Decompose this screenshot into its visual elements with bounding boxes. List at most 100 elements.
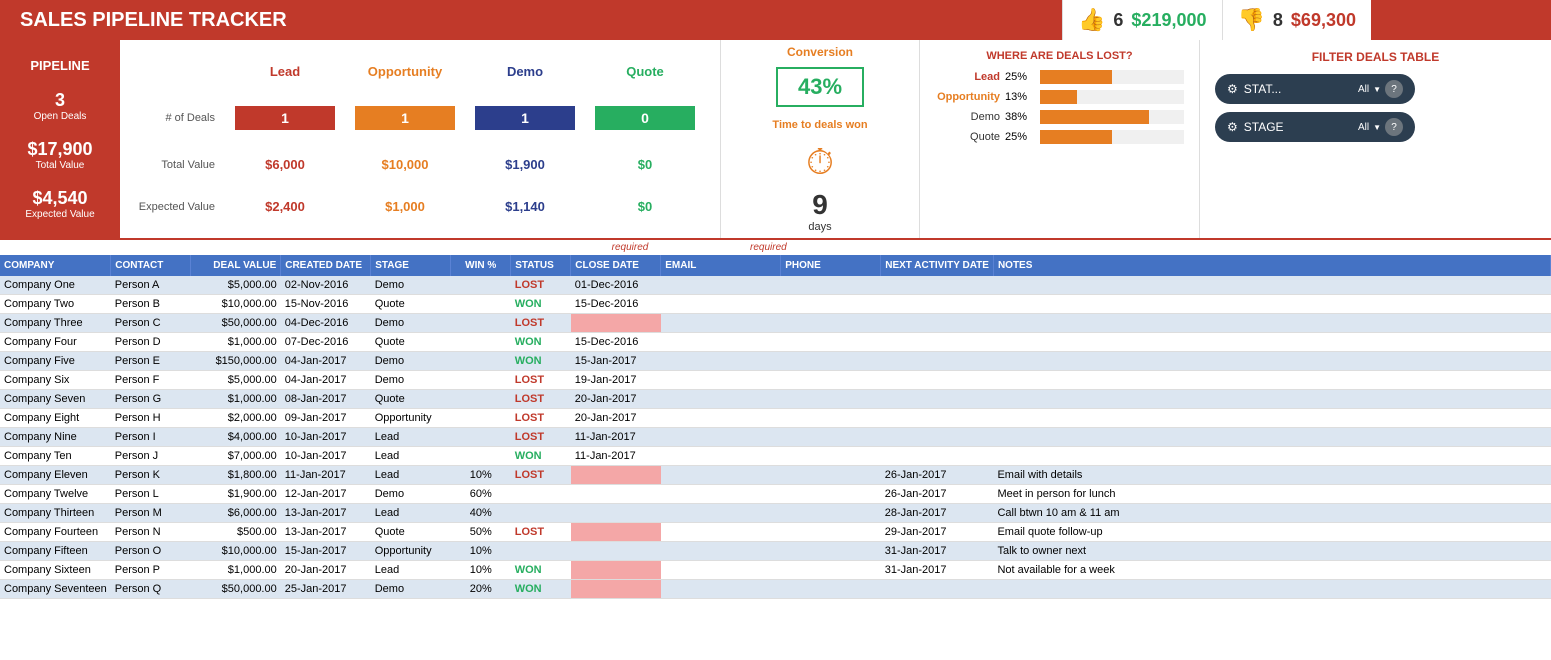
num-deals-row: # of Deals 1 1 1 0 — [135, 106, 705, 130]
th-next-activity: NEXT ACTIVITY DATE — [881, 255, 994, 276]
filter-stage2-button[interactable]: ⚙ STAGE All ▼ ? — [1215, 112, 1415, 142]
lead-total-cell: $6,000 — [225, 157, 345, 172]
negative-count: 8 — [1273, 10, 1283, 31]
cell-status: WON — [511, 352, 571, 371]
lost-stage-label: Opportunity — [935, 91, 1005, 103]
cell-email — [661, 466, 781, 485]
stage-header-demo: Demo — [465, 64, 585, 79]
time-to-deals-label: Time to deals won — [772, 119, 867, 131]
deals-table: COMPANY CONTACT DEAL VALUE CREATED DATE … — [0, 255, 1551, 599]
cell-win — [451, 390, 511, 409]
table-row[interactable]: Company One Person A $5,000.00 02-Nov-20… — [0, 276, 1551, 295]
filter-stage-button[interactable]: ⚙ STAT... All ▼ ? — [1215, 74, 1415, 104]
quote-count-badge: 0 — [595, 106, 695, 130]
table-row[interactable]: Company Eleven Person K $1,800.00 11-Jan… — [0, 466, 1551, 485]
cell-close — [571, 504, 661, 523]
cell-close: 11-Jan-2017 — [571, 447, 661, 466]
cell-next-activity — [881, 390, 994, 409]
cell-next-activity — [881, 371, 994, 390]
cell-close: 15-Dec-2016 — [571, 295, 661, 314]
cell-company: Company Eight — [0, 409, 111, 428]
cell-company: Company Twelve — [0, 485, 111, 504]
table-header: COMPANY CONTACT DEAL VALUE CREATED DATE … — [0, 255, 1551, 276]
cell-contact: Person Q — [111, 580, 191, 599]
cell-value: $10,000.00 — [191, 542, 281, 561]
cell-phone — [781, 504, 881, 523]
cell-close — [571, 485, 661, 504]
table-row[interactable]: Company Twelve Person L $1,900.00 12-Jan… — [0, 485, 1551, 504]
cell-company: Company Sixteen — [0, 561, 111, 580]
table-row[interactable]: Company Four Person D $1,000.00 07-Dec-2… — [0, 333, 1551, 352]
header: SALES PIPELINE TRACKER 👍 6 $219,000 👎 8 … — [0, 0, 1551, 40]
lost-bar-container — [1040, 130, 1184, 144]
cell-close: 20-Jan-2017 — [571, 390, 661, 409]
cell-next-activity: 28-Jan-2017 — [881, 504, 994, 523]
help-icon-1[interactable]: ? — [1385, 80, 1403, 98]
positive-amount: $219,000 — [1131, 10, 1206, 31]
cell-phone — [781, 295, 881, 314]
table-row[interactable]: Company Thirteen Person M $6,000.00 13-J… — [0, 504, 1551, 523]
cell-contact: Person N — [111, 523, 191, 542]
cell-value: $1,000.00 — [191, 561, 281, 580]
lost-bar-container — [1040, 90, 1184, 104]
opp-count-badge: 1 — [355, 106, 455, 130]
table-row[interactable]: Company Fourteen Person N $500.00 13-Jan… — [0, 523, 1551, 542]
demo-expected: $1,140 — [505, 199, 545, 214]
table-row[interactable]: Company Eight Person H $2,000.00 09-Jan-… — [0, 409, 1551, 428]
th-win-pct: WIN % — [451, 255, 511, 276]
cell-email — [661, 561, 781, 580]
cell-status: LOST — [511, 428, 571, 447]
opp-count-cell: 1 — [345, 106, 465, 130]
table-row[interactable]: Company Six Person F $5,000.00 04-Jan-20… — [0, 371, 1551, 390]
cell-company: Company Seven — [0, 390, 111, 409]
cell-close: 01-Dec-2016 — [571, 276, 661, 295]
stage-header-opportunity: Opportunity — [345, 64, 465, 79]
table-row[interactable]: Company Two Person B $10,000.00 15-Nov-2… — [0, 295, 1551, 314]
cell-phone — [781, 409, 881, 428]
required-win-label: required — [750, 242, 787, 253]
conversion-column: Conversion 43% Time to deals won ⏱ 9 day… — [720, 40, 920, 238]
cell-company: Company Seventeen — [0, 580, 111, 599]
stage-headers: Lead Opportunity Demo Quote — [225, 64, 705, 79]
cell-value: $500.00 — [191, 523, 281, 542]
help-icon-2[interactable]: ? — [1385, 118, 1403, 136]
table-row[interactable]: Company Seventeen Person Q $50,000.00 25… — [0, 580, 1551, 599]
cell-email — [661, 523, 781, 542]
total-value-value: $17,900 — [27, 139, 92, 160]
cell-next-activity — [881, 276, 994, 295]
table-row[interactable]: Company Fifteen Person O $10,000.00 15-J… — [0, 542, 1551, 561]
cell-value: $6,000.00 — [191, 504, 281, 523]
cell-email — [661, 390, 781, 409]
opp-total: $10,000 — [382, 157, 429, 172]
filter-title: FILTER DEALS TABLE — [1215, 50, 1536, 64]
cell-created: 13-Jan-2017 — [281, 504, 371, 523]
cell-close — [571, 561, 661, 580]
table-row[interactable]: Company Seven Person G $1,000.00 08-Jan-… — [0, 390, 1551, 409]
cell-notes — [993, 371, 1550, 390]
cell-stage: Lead — [371, 466, 451, 485]
required-indicators: required required — [0, 240, 1551, 255]
days-count: 9 — [812, 189, 828, 221]
quote-count-cell: 0 — [585, 106, 705, 130]
cell-email — [661, 485, 781, 504]
cell-phone — [781, 352, 881, 371]
table-row[interactable]: Company Sixteen Person P $1,000.00 20-Ja… — [0, 561, 1551, 580]
expected-value-label: Expected Value — [25, 209, 94, 220]
opp-expected-cell: $1,000 — [345, 199, 465, 214]
cell-value: $1,000.00 — [191, 390, 281, 409]
expected-value-row: Expected Value $2,400 $1,000 $1,140 $0 — [135, 199, 705, 214]
cell-notes: Meet in person for lunch — [993, 485, 1550, 504]
table-row[interactable]: Company Three Person C $50,000.00 04-Dec… — [0, 314, 1551, 333]
filter-icon-2: ⚙ — [1227, 120, 1238, 134]
cell-value: $50,000.00 — [191, 580, 281, 599]
deals-table-container: COMPANY CONTACT DEAL VALUE CREATED DATE … — [0, 255, 1551, 599]
cell-win — [451, 276, 511, 295]
cell-win: 10% — [451, 542, 511, 561]
cell-close: 15-Jan-2017 — [571, 352, 661, 371]
cell-phone — [781, 485, 881, 504]
table-row[interactable]: Company Nine Person I $4,000.00 10-Jan-2… — [0, 428, 1551, 447]
open-deals-value: 3 — [34, 90, 87, 111]
cell-status: LOST — [511, 523, 571, 542]
table-row[interactable]: Company Five Person E $150,000.00 04-Jan… — [0, 352, 1551, 371]
table-row[interactable]: Company Ten Person J $7,000.00 10-Jan-20… — [0, 447, 1551, 466]
